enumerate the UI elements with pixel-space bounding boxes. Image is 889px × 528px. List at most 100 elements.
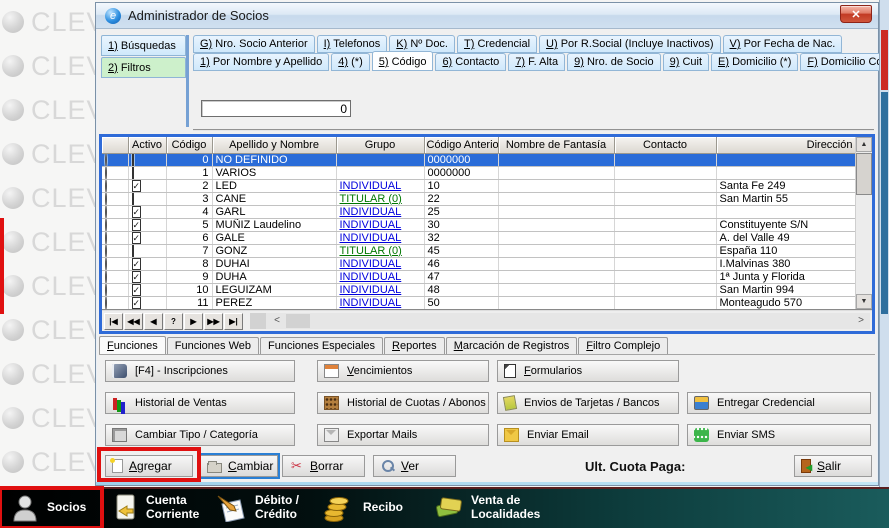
row-radio[interactable] — [105, 179, 107, 192]
enviar-email-button[interactable]: Enviar Email — [497, 424, 679, 446]
col-codigo[interactable]: Código — [166, 137, 212, 153]
nav-prior-page-button[interactable]: ◀◀ — [124, 313, 143, 330]
close-button[interactable]: ✕ — [840, 5, 872, 23]
activo-checkbox[interactable]: ✓ — [132, 219, 142, 231]
tab-nro-de-socio[interactable]: 9) Nro. de Socio — [567, 53, 660, 71]
inscripciones-button[interactable]: [F4] - Inscripciones — [105, 360, 295, 382]
toolbar-item-venta-localidades[interactable]: Venta de Localidades — [434, 487, 553, 528]
historial-ventas-button[interactable]: Historial de Ventas — [105, 392, 295, 414]
ver-button[interactable]: Ver — [373, 455, 456, 477]
scroll-right-icon[interactable]: > — [854, 313, 868, 329]
envios-tarjetas-button[interactable]: Envios de Tarjetas / Bancos — [497, 392, 679, 414]
row-radio[interactable] — [105, 166, 107, 179]
scrollbar-thumb[interactable] — [286, 314, 310, 328]
exportar-mails-button[interactable]: Exportar Mails — [317, 424, 489, 446]
tab-nro-socio-anterior[interactable]: G) Nro. Socio Anterior — [193, 35, 315, 53]
horizontal-scrollbar[interactable]: < > — [250, 313, 870, 329]
activo-checkbox[interactable]: ✓ — [132, 297, 142, 309]
nav-last-button[interactable]: ▶| — [224, 313, 243, 330]
tab-credencial[interactable]: T) Credencial — [457, 35, 537, 53]
table-row[interactable]: ✓ 6 GALE INDIVIDUAL 32 A. del Valle 49 — [102, 231, 855, 244]
tab-f-alta[interactable]: 7) F. Alta — [508, 53, 565, 71]
activo-checkbox[interactable]: ✓ — [132, 232, 142, 244]
col-codigo-anterior[interactable]: Código Anterior — [424, 137, 498, 153]
formularios-button[interactable]: Formularios — [497, 360, 679, 382]
activo-checkbox[interactable] — [132, 193, 134, 205]
col-selector[interactable] — [102, 137, 128, 153]
col-activo[interactable]: Activo — [128, 137, 166, 153]
nav-next-page-button[interactable]: ▶▶ — [204, 313, 223, 330]
row-radio[interactable] — [105, 257, 107, 270]
table-row[interactable]: ✓ 10 LEGUIZAM INDIVIDUAL 48 San Martin 9… — [102, 283, 855, 296]
activo-checkbox[interactable]: ✓ — [132, 284, 142, 296]
tab-funciones[interactable]: Funciones — [99, 336, 166, 354]
row-radio[interactable] — [105, 218, 107, 231]
activo-checkbox[interactable]: ✓ — [132, 271, 142, 283]
scroll-down-icon[interactable]: ▼ — [856, 294, 872, 309]
table-row[interactable]: ✓ 2 LED INDIVIDUAL 10 Santa Fe 249 — [102, 179, 855, 192]
activo-checkbox[interactable] — [132, 167, 134, 179]
nav-next-button[interactable]: ▶ — [184, 313, 203, 330]
table-row[interactable]: 7 GONZ TITULAR (0) 45 España 110 — [102, 244, 855, 257]
tab-contacto[interactable]: 6) Contacto — [435, 53, 506, 71]
titlebar[interactable]: e Administrador de Socios ✕ — [96, 3, 878, 29]
table-row[interactable]: 3 CANE TITULAR (0) 22 San Martin 55 — [102, 192, 855, 205]
table-row[interactable]: ✓ 4 GARL INDIVIDUAL 25 — [102, 205, 855, 218]
cambiar-button[interactable]: Cambiar — [200, 455, 278, 477]
nav-prior-button[interactable]: ◀ — [144, 313, 163, 330]
row-radio[interactable] — [105, 270, 107, 283]
entregar-credencial-button[interactable]: Entregar Credencial — [687, 392, 871, 414]
row-radio[interactable] — [105, 205, 107, 218]
vencimientos-button[interactable]: Vencimientos — [317, 360, 489, 382]
tab-marcacion-registros[interactable]: Marcación de Registros — [446, 337, 578, 354]
activo-checkbox[interactable] — [132, 154, 134, 166]
activo-checkbox[interactable] — [132, 245, 134, 257]
activo-checkbox[interactable]: ✓ — [132, 180, 142, 192]
row-radio[interactable] — [105, 192, 107, 205]
scroll-left-icon[interactable]: < — [270, 313, 284, 329]
toolbar-item-recibo[interactable]: Recibo — [322, 487, 409, 528]
tab-4-asterisco[interactable]: 4) (*) — [331, 53, 369, 71]
toolbar-item-socios[interactable]: Socios — [12, 487, 103, 528]
tab-filtro-complejo[interactable]: Filtro Complejo — [578, 337, 668, 354]
enviar-sms-button[interactable]: Enviar SMS — [687, 424, 871, 446]
table-row[interactable]: ✓ 9 DUHA INDIVIDUAL 47 1ª Junta y Florid… — [102, 270, 855, 283]
vertical-scrollbar[interactable]: ▲ ▼ — [855, 137, 872, 309]
tab-busquedas[interactable]: 1) Búsquedas — [101, 35, 186, 56]
row-radio[interactable] — [105, 283, 107, 296]
table-row[interactable]: ✓ 11 PEREZ INDIVIDUAL 50 Monteagudo 570 — [102, 296, 855, 309]
tab-funciones-web[interactable]: Funciones Web — [167, 337, 259, 354]
tab-por-nombre-apellido[interactable]: 1) Por Nombre y Apellido — [193, 53, 329, 71]
tab-funciones-especiales[interactable]: Funciones Especiales — [260, 337, 383, 354]
tab-por-rsocial[interactable]: U) Por R.Social (Incluye Inactivos) — [539, 35, 721, 53]
tab-reportes[interactable]: Reportes — [384, 337, 445, 354]
activo-checkbox[interactable]: ✓ — [132, 206, 142, 218]
row-radio[interactable] — [105, 231, 107, 244]
tab-cuit[interactable]: 9) Cuit — [663, 53, 709, 71]
scrollbar-thumb[interactable] — [856, 153, 872, 195]
table-row[interactable]: 0 NO DEFINIDO 0000000 — [102, 153, 855, 166]
toolbar-item-debito-credito[interactable]: Débito / Crédito — [216, 487, 319, 528]
row-radio[interactable] — [105, 296, 107, 309]
scrollbar-grip[interactable] — [250, 313, 266, 329]
salir-button[interactable]: Salir — [794, 455, 872, 477]
historial-cuotas-button[interactable]: Historial de Cuotas / Abonos — [317, 392, 489, 414]
row-radio[interactable] — [105, 153, 107, 166]
table-row[interactable]: ✓ 8 DUHAI INDIVIDUAL 46 I.Malvinas 380 — [102, 257, 855, 270]
col-nombre-fantasia[interactable]: Nombre de Fantasía — [498, 137, 614, 153]
col-contacto[interactable]: Contacto — [614, 137, 716, 153]
nav-first-button[interactable]: |◀ — [104, 313, 123, 330]
cambiar-tipo-button[interactable]: Cambiar Tipo / Categoría — [105, 424, 295, 446]
row-radio[interactable] — [105, 244, 107, 257]
agregar-button[interactable]: Agregar — [105, 455, 193, 477]
col-apellido-nombre[interactable]: Apellido y Nombre — [212, 137, 336, 153]
tab-domicilio[interactable]: E) Domicilio (*) — [711, 53, 798, 71]
tab-por-fecha-nac[interactable]: V) Por Fecha de Nac. — [723, 35, 843, 53]
tab-codigo[interactable]: 5) Código — [372, 51, 434, 71]
activo-checkbox[interactable]: ✓ — [132, 258, 142, 270]
codigo-search-input[interactable] — [201, 100, 351, 117]
col-grupo[interactable]: Grupo — [336, 137, 424, 153]
tab-domicilio-cob[interactable]: F) Domicilio Cob. — [800, 53, 889, 71]
col-direccion[interactable]: Dirección — [716, 137, 855, 153]
borrar-button[interactable]: ✂ Borrar — [282, 455, 365, 477]
